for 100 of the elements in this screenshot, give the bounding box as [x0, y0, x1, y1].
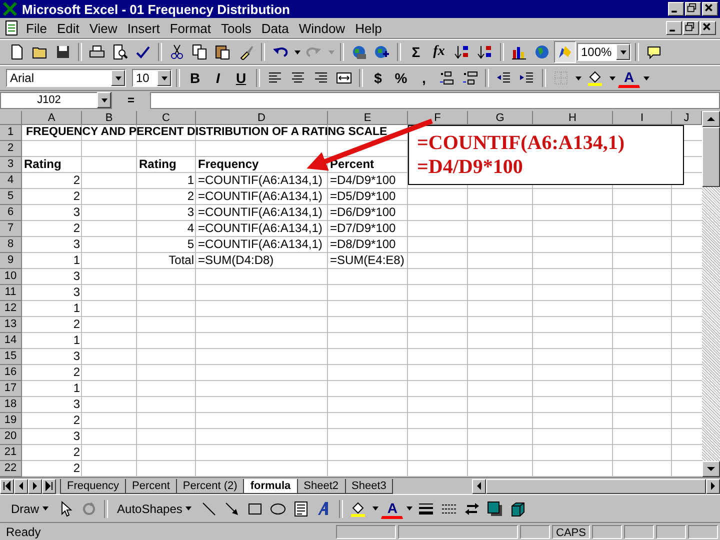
- column-header[interactable]: D: [196, 111, 328, 125]
- row-header[interactable]: 3: [0, 157, 22, 173]
- zoom-dropdown[interactable]: 100%: [577, 43, 631, 61]
- row-header[interactable]: 20: [0, 429, 22, 445]
- font-color-button[interactable]: A: [381, 498, 404, 518]
- column-header[interactable]: B: [82, 111, 137, 125]
- first-sheet-icon[interactable]: [3, 478, 11, 494]
- column-header[interactable]: H: [533, 111, 613, 125]
- caret-icon[interactable]: [642, 76, 650, 80]
- arrow-style-icon[interactable]: [464, 500, 480, 516]
- menu-item[interactable]: View: [85, 20, 122, 36]
- row-header[interactable]: 2: [0, 141, 22, 157]
- row-header[interactable]: 11: [0, 285, 22, 301]
- row-header[interactable]: 15: [0, 349, 22, 365]
- hyperlink-icon[interactable]: [374, 44, 390, 60]
- menu-item[interactable]: Data: [257, 20, 293, 36]
- row-header[interactable]: 4: [0, 173, 22, 189]
- row-header[interactable]: 17: [0, 381, 22, 397]
- caret-icon[interactable]: [608, 76, 616, 80]
- spelling-check-icon[interactable]: [135, 44, 151, 60]
- underline-button[interactable]: U: [230, 67, 252, 89]
- merge-and-center-icon[interactable]: [336, 70, 352, 86]
- row-header[interactable]: 16: [0, 365, 22, 381]
- column-header[interactable]: G: [468, 111, 533, 125]
- draw-menu-button[interactable]: Draw: [6, 498, 54, 520]
- 3d-icon[interactable]: [510, 500, 526, 516]
- text-box-icon[interactable]: [293, 500, 310, 516]
- shadow-icon[interactable]: [487, 500, 504, 516]
- scissors-icon[interactable]: [169, 44, 185, 60]
- menu-item[interactable]: Format: [166, 20, 215, 36]
- caret-icon[interactable]: [406, 506, 413, 511]
- menu-item[interactable]: Edit: [52, 20, 84, 36]
- decrease-decimal-icon[interactable]: [462, 70, 478, 86]
- column-header[interactable]: E: [328, 111, 408, 125]
- caret-icon[interactable]: [294, 50, 300, 54]
- font-color-button[interactable]: A: [618, 68, 640, 88]
- row-header[interactable]: 14: [0, 333, 22, 349]
- autoshapes-menu-button[interactable]: AutoShapes: [112, 498, 198, 520]
- fill-color-icon[interactable]: [350, 500, 366, 516]
- column-header[interactable]: J: [672, 111, 702, 125]
- sheet-tab[interactable]: formula: [243, 478, 298, 494]
- italic-button[interactable]: I: [207, 67, 229, 89]
- new-document-icon[interactable]: [9, 44, 25, 60]
- row-header[interactable]: 7: [0, 221, 22, 237]
- sheet-tab[interactable]: Frequency: [60, 478, 126, 494]
- column-header[interactable]: C: [137, 111, 196, 125]
- row-header[interactable]: 18: [0, 397, 22, 413]
- sort-ascending-icon[interactable]: [454, 44, 470, 60]
- column-header[interactable]: I: [613, 111, 672, 125]
- menu-item[interactable]: Insert: [123, 20, 164, 36]
- line-icon[interactable]: [201, 500, 218, 516]
- paste-icon[interactable]: [215, 44, 231, 60]
- row-header[interactable]: 10: [0, 269, 22, 285]
- menu-item[interactable]: Help: [351, 20, 386, 36]
- row-header[interactable]: 22: [0, 461, 22, 477]
- formula-field[interactable]: [150, 92, 720, 108]
- last-sheet-icon[interactable]: [45, 478, 53, 494]
- row-header[interactable]: 13: [0, 317, 22, 333]
- sheet-tab[interactable]: Sheet3: [344, 478, 394, 494]
- autosum-button[interactable]: Σ: [405, 41, 427, 63]
- row-header[interactable]: 8: [0, 237, 22, 253]
- menu-item[interactable]: Window: [294, 20, 350, 36]
- increase-decimal-icon[interactable]: [439, 70, 455, 86]
- sheet-tab[interactable]: Percent (2): [176, 478, 244, 494]
- font-dropdown[interactable]: Arial: [6, 69, 126, 87]
- sheet-tab[interactable]: Percent: [124, 478, 177, 494]
- scroll-thumb[interactable]: [486, 478, 706, 494]
- row-header[interactable]: 9: [0, 253, 22, 269]
- scroll-thumb[interactable]: [702, 127, 720, 187]
- caret-icon[interactable]: [574, 76, 582, 80]
- currency-button[interactable]: $: [367, 67, 389, 89]
- caret-icon[interactable]: [372, 506, 379, 511]
- menu-item[interactable]: Tools: [217, 20, 256, 36]
- column-header[interactable]: F: [408, 111, 468, 125]
- row-header[interactable]: 5: [0, 189, 22, 205]
- row-header[interactable]: 6: [0, 205, 22, 221]
- oval-icon[interactable]: [270, 500, 286, 516]
- column-header[interactable]: A: [22, 111, 82, 125]
- comma-button[interactable]: ,: [413, 67, 435, 89]
- rectangle-icon[interactable]: [247, 500, 264, 516]
- sort-descending-icon[interactable]: [477, 44, 493, 60]
- paintbrush-icon[interactable]: [238, 44, 254, 60]
- bar-chart-icon[interactable]: [511, 44, 527, 60]
- printer-icon[interactable]: [89, 44, 105, 60]
- menu-item[interactable]: File: [22, 20, 51, 36]
- row-header[interactable]: 12: [0, 301, 22, 317]
- globe-icon[interactable]: [534, 44, 550, 60]
- row-header[interactable]: 19: [0, 413, 22, 429]
- web-toolbar-icon[interactable]: [351, 44, 367, 60]
- arrow-icon[interactable]: [224, 500, 240, 516]
- function-button[interactable]: fx: [428, 41, 450, 63]
- row-header[interactable]: 21: [0, 445, 22, 461]
- office-assistant-icon[interactable]: [646, 44, 662, 60]
- sheet-tab[interactable]: Sheet2: [296, 478, 346, 494]
- bold-button[interactable]: B: [184, 67, 206, 89]
- row-header[interactable]: 1: [0, 125, 22, 141]
- percent-button[interactable]: %: [390, 67, 412, 89]
- font-size-dropdown[interactable]: 10: [132, 69, 172, 87]
- print-preview-icon[interactable]: [112, 44, 128, 60]
- name-box[interactable]: J102: [0, 92, 112, 108]
